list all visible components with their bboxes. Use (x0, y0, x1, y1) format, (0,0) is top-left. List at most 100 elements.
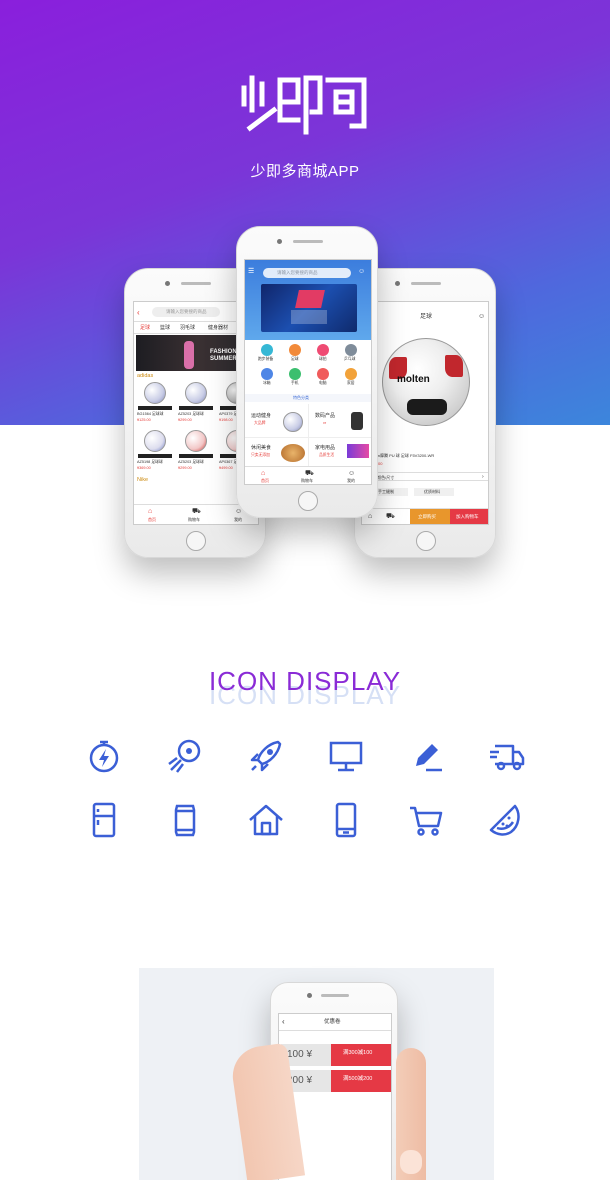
category-label: 球拍 (319, 357, 327, 361)
chat-icon[interactable]: ☺ (478, 313, 485, 320)
cart-icon[interactable]: ⛟ (305, 470, 314, 477)
product-price: ¥125.00 (137, 418, 151, 422)
home-icon[interactable]: ⌂ (148, 508, 152, 515)
tab-home[interactable]: 首页 (148, 518, 156, 522)
fridge-icon[interactable] (261, 368, 273, 380)
tv-image (347, 444, 369, 458)
product-price: ¥499.00 (219, 466, 233, 470)
user-icon[interactable]: ☺ (348, 470, 355, 477)
back-icon[interactable]: ‹ (282, 1018, 285, 1026)
center-phone: ☰ 请输入您要搜的商品 ☺ 跑步装备 足球 球拍 乒乓球 冰箱 手机 电脑 家居… (236, 226, 378, 518)
feature-card[interactable]: 数码产品 vr (309, 404, 371, 438)
home-header: ☰ 请输入您要搜的商品 ☺ (245, 260, 371, 340)
back-icon[interactable]: ‹ (137, 309, 140, 317)
home-button[interactable] (416, 531, 436, 551)
home-button[interactable] (298, 491, 318, 511)
earpiece (293, 240, 323, 243)
coupon-amount: 100 ¥ (287, 1049, 313, 1060)
tab-cart[interactable]: 购物车 (301, 479, 313, 483)
racket-icon[interactable] (317, 344, 329, 356)
buy-now-label: 立即购买 (418, 513, 436, 519)
camera-icon (307, 993, 312, 998)
add-to-cart-button[interactable]: 加入购物车 (450, 509, 488, 524)
category-label: 冰箱 (263, 381, 271, 385)
truck-icon (490, 744, 525, 771)
home-button[interactable] (186, 531, 206, 551)
football-icon[interactable] (289, 344, 301, 356)
stopwatch-icon (89, 740, 119, 773)
tab-fitness[interactable]: 健身器材 (208, 326, 228, 331)
feature-card[interactable]: 休闲美食 只卖无添加 (245, 438, 309, 468)
right-screen: 足球 ☺ molten molten摩腾 PU 球 足球 F5V3200-WR … (361, 301, 489, 525)
banner-line2: SUMMER (210, 356, 237, 362)
tab-home[interactable]: 首页 (261, 479, 269, 483)
computer-icon[interactable] (317, 368, 329, 380)
tab-cart[interactable]: 购物车 (188, 518, 200, 522)
earpiece (321, 994, 349, 997)
spec-selector[interactable]: 选择 颜色/尺寸 › (362, 472, 488, 481)
product-strip (138, 454, 172, 458)
product-price: ¥299.00 (178, 418, 192, 422)
card-image (283, 412, 303, 432)
product-strip (179, 454, 213, 458)
search-input[interactable]: 请输入您要搜的商品 (152, 307, 220, 317)
buy-now-button[interactable]: 立即购买 (410, 509, 450, 524)
tag-label: 手工缝制 (378, 489, 394, 494)
page: 少即多商城APP ‹ 请输入您要搜的商品 足球 篮球 羽毛球 健身器材 FASH… (0, 0, 610, 1180)
coupon-rule: 满300减100 (343, 1050, 373, 1056)
running-icon[interactable] (261, 344, 273, 356)
card-subtitle: vr (323, 421, 327, 425)
product-image[interactable] (185, 430, 207, 452)
pingpong-icon[interactable] (345, 344, 357, 356)
product-name: AZ5198 足球球 (137, 460, 163, 464)
coupon-card[interactable]: 100 ¥ 满300减100 (281, 1044, 391, 1066)
coupon-card[interactable]: 200 ¥ 满500减200 (281, 1070, 391, 1092)
product-image[interactable] (185, 382, 207, 404)
camera-icon (165, 281, 170, 286)
tab-basketball[interactable]: 篮球 (160, 326, 170, 331)
category-label: 手机 (291, 381, 299, 385)
brand-label: adidas (137, 373, 154, 379)
card-title: 数码产品 (315, 413, 336, 419)
product-hero-image[interactable]: molten (382, 338, 470, 426)
card-subtitle: 品质生活 (319, 453, 335, 457)
fingernail (400, 1150, 422, 1174)
menu-icon[interactable]: ☰ (248, 268, 254, 275)
category-label: 乒乓球 (344, 357, 356, 361)
promo-carousel[interactable] (261, 284, 357, 332)
cart-icon[interactable]: ⛟ (386, 513, 395, 520)
tab-football[interactable]: 足球 (140, 326, 150, 331)
pen-icon (416, 744, 442, 772)
home-icon[interactable]: ⌂ (261, 470, 265, 477)
center-tabbar: ⌂ 首页 ⛟ 购物车 ☺ 我的 (245, 466, 371, 484)
product-image[interactable] (144, 430, 166, 452)
search-input[interactable]: 请输入您要搜的商品 (263, 268, 351, 278)
house-icon (249, 804, 283, 836)
tab-profile[interactable]: 我的 (347, 479, 355, 483)
category-label: 足球 (291, 357, 299, 361)
product-name: AZ5203 足球球 (178, 460, 204, 464)
cart-icon[interactable]: ⛟ (192, 508, 201, 515)
coupon-rule-box: 满300减100 (331, 1044, 391, 1066)
feature-card[interactable]: 运动健身 大品牌 (245, 404, 309, 438)
product-price: ¥369.00 (137, 466, 151, 470)
phone-icon (335, 802, 357, 838)
card-subtitle: 大品牌 (254, 421, 266, 425)
chat-icon[interactable]: ☺ (358, 268, 365, 275)
feature-card[interactable]: 家电用品 品质生活 (309, 438, 371, 468)
banner-figure (184, 341, 194, 369)
app-subtitle: 少即多商城APP (250, 163, 360, 180)
rocket-icon (250, 740, 282, 772)
home-goods-icon[interactable] (345, 368, 357, 380)
tab-badminton[interactable]: 羽毛球 (180, 326, 195, 331)
tab-profile[interactable]: 我的 (234, 518, 242, 522)
phone-icon[interactable] (289, 368, 301, 380)
divider (279, 1030, 391, 1031)
page-title: 优惠卷 (324, 1019, 341, 1025)
product-strip (179, 406, 213, 410)
special-label: 特色分类 (293, 395, 309, 400)
product-image[interactable] (144, 382, 166, 404)
home-icon[interactable]: ⌂ (368, 513, 372, 520)
ball-panel (407, 399, 447, 415)
add-to-cart-label: 加入购物车 (456, 513, 479, 519)
